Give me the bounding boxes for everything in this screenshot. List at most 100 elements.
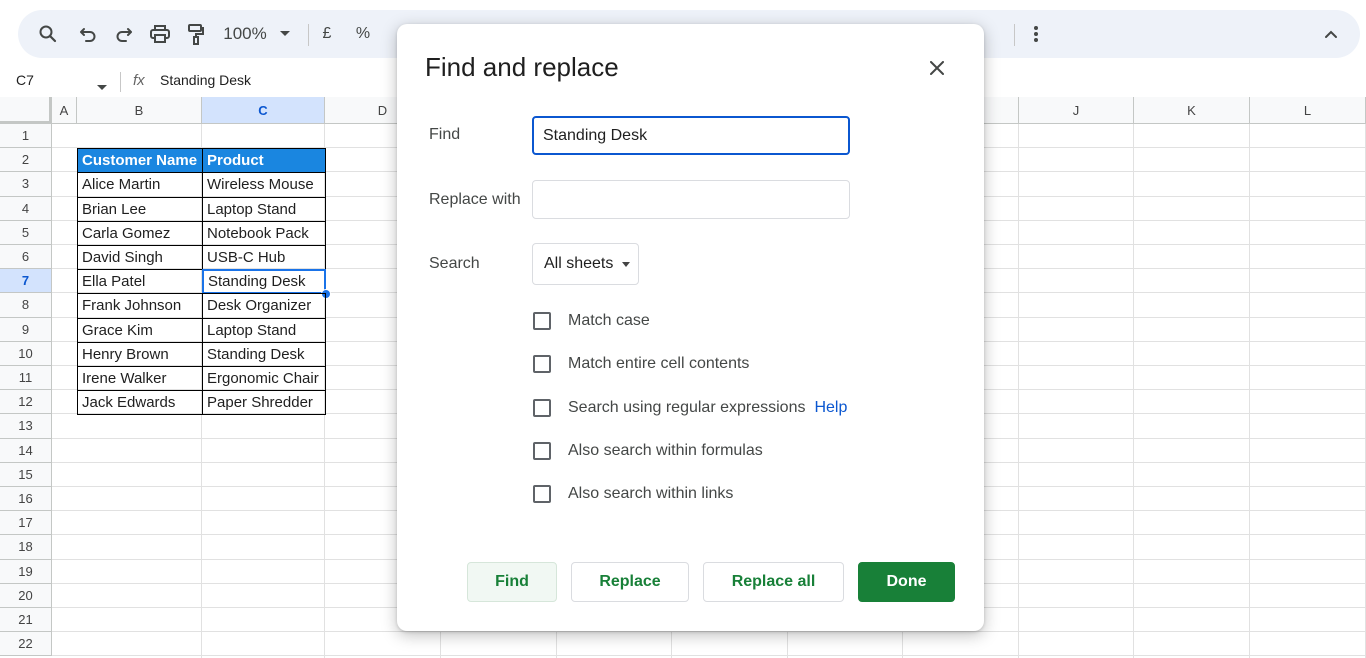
toolbar-divider xyxy=(308,24,309,46)
row-header-19[interactable]: 19 xyxy=(0,559,52,584)
links-checkbox[interactable] xyxy=(533,485,551,503)
find-replace-dialog: Find and replace Find Replace with Searc… xyxy=(397,24,984,631)
option-match-entire-cell[interactable]: Match entire cell contents xyxy=(533,352,749,376)
row-header-16[interactable]: 16 xyxy=(0,487,52,512)
table-cell-customer[interactable]: Carla Gomez xyxy=(77,220,203,246)
table-cell-customer[interactable]: Brian Lee xyxy=(77,196,203,222)
row-header-6[interactable]: 6 xyxy=(0,245,52,270)
replace-button[interactable]: Replace xyxy=(571,562,689,602)
match-entire-cell-checkbox[interactable] xyxy=(533,355,551,373)
table-cell-customer[interactable]: Alice Martin xyxy=(77,172,203,198)
currency-format-button[interactable]: £ xyxy=(316,10,338,58)
replace-all-button[interactable]: Replace all xyxy=(703,562,844,602)
regex-label: Search using regular expressions xyxy=(568,399,806,416)
gridline xyxy=(1249,124,1250,658)
row-header-14[interactable]: 14 xyxy=(0,438,52,463)
table-cell-product[interactable]: Laptop Stand xyxy=(202,317,326,343)
dialog-title: Find and replace xyxy=(425,52,619,82)
replace-input[interactable] xyxy=(532,180,850,219)
find-label: Find xyxy=(429,126,461,143)
column-header-l[interactable]: L xyxy=(1250,97,1366,124)
row-header-4[interactable]: 4 xyxy=(0,196,52,221)
match-case-label: Match case xyxy=(568,312,650,329)
option-regex[interactable]: Search using regular expressions Help xyxy=(533,396,847,420)
row-header-12[interactable]: 12 xyxy=(0,390,52,415)
formula-input[interactable]: Standing Desk xyxy=(160,72,251,88)
select-all-corner[interactable] xyxy=(0,97,52,124)
close-icon[interactable] xyxy=(925,56,949,80)
option-match-case[interactable]: Match case xyxy=(533,309,650,333)
redo-icon[interactable] xyxy=(110,10,138,58)
table-cell-customer[interactable]: David Singh xyxy=(77,245,203,271)
name-box[interactable]: C7 xyxy=(16,72,34,88)
collapse-menu-icon[interactable] xyxy=(1318,10,1344,58)
row-header-5[interactable]: 5 xyxy=(0,220,52,245)
row-header-7[interactable]: 7 xyxy=(0,269,52,294)
row-header-8[interactable]: 8 xyxy=(0,293,52,318)
table-cell-product[interactable]: Ergonomic Chair xyxy=(202,366,326,392)
paint-format-icon[interactable] xyxy=(182,10,210,58)
row-header-17[interactable]: 17 xyxy=(0,511,52,536)
row-header-18[interactable]: 18 xyxy=(0,535,52,560)
table-cell-customer[interactable]: Jack Edwards xyxy=(77,390,203,416)
table-header-product[interactable]: Product xyxy=(202,148,326,174)
column-header-j[interactable]: J xyxy=(1019,97,1134,124)
done-button[interactable]: Done xyxy=(858,562,955,602)
table-cell-product[interactable]: Wireless Mouse xyxy=(202,172,326,198)
table-cell-customer[interactable]: Ella Patel xyxy=(77,269,203,295)
replace-label: Replace with xyxy=(429,191,521,208)
undo-icon[interactable] xyxy=(74,10,102,58)
row-header-10[interactable]: 10 xyxy=(0,341,52,366)
formula-divider xyxy=(120,72,121,92)
row-header-15[interactable]: 15 xyxy=(0,462,52,487)
row-header-21[interactable]: 21 xyxy=(0,608,52,633)
table-cell-product[interactable]: Desk Organizer xyxy=(202,293,326,319)
row-header-20[interactable]: 20 xyxy=(0,583,52,608)
row-header-1[interactable]: 1 xyxy=(0,124,52,149)
find-input[interactable] xyxy=(532,116,850,155)
print-icon[interactable] xyxy=(146,10,174,58)
column-header-b[interactable]: B xyxy=(77,97,202,124)
column-header-k[interactable]: K xyxy=(1134,97,1250,124)
search-scope-select[interactable]: All sheets xyxy=(532,243,639,285)
table-cell-product[interactable]: Standing Desk xyxy=(202,341,326,367)
fx-icon: fx xyxy=(133,72,145,89)
chevron-down-icon xyxy=(622,261,631,267)
regex-checkbox[interactable] xyxy=(533,399,551,417)
table-cell-customer[interactable]: Grace Kim xyxy=(77,317,203,343)
row-header-2[interactable]: 2 xyxy=(0,148,52,173)
find-button[interactable]: Find xyxy=(467,562,557,602)
row-header-13[interactable]: 13 xyxy=(0,414,52,439)
formulas-checkbox[interactable] xyxy=(533,442,551,460)
column-header-c[interactable]: C xyxy=(202,97,325,124)
table-cell-customer[interactable]: Irene Walker xyxy=(77,366,203,392)
table-cell-product[interactable]: USB-C Hub xyxy=(202,245,326,271)
percent-format-button[interactable]: % xyxy=(352,10,374,58)
gridline xyxy=(52,631,1366,633)
row-header-11[interactable]: 11 xyxy=(0,366,52,391)
active-cell[interactable]: Standing Desk xyxy=(202,269,326,295)
table-cell-product[interactable]: Laptop Stand xyxy=(202,196,326,222)
help-link[interactable]: Help xyxy=(814,399,847,417)
row-header-22[interactable]: 22 xyxy=(0,632,52,657)
gridline xyxy=(1018,124,1019,658)
match-case-checkbox[interactable] xyxy=(533,312,551,330)
table-cell-customer[interactable]: Frank Johnson xyxy=(77,293,203,319)
row-header-3[interactable]: 3 xyxy=(0,172,52,197)
zoom-value[interactable]: 100% xyxy=(220,10,270,58)
table-header-customer-name[interactable]: Customer Name xyxy=(77,148,203,174)
match-entire-cell-label: Match entire cell contents xyxy=(568,355,750,372)
option-formulas[interactable]: Also search within formulas xyxy=(533,439,763,463)
zoom-dropdown-icon[interactable] xyxy=(276,10,294,58)
option-links[interactable]: Also search within links xyxy=(533,482,733,506)
table-cell-product[interactable]: Paper Shredder xyxy=(202,390,326,416)
search-scope-value: All sheets xyxy=(544,255,614,272)
table-cell-product[interactable]: Notebook Pack xyxy=(202,220,326,246)
table-cell-customer[interactable]: Henry Brown xyxy=(77,341,203,367)
name-box-dropdown-icon[interactable] xyxy=(97,78,107,96)
row-header-9[interactable]: 9 xyxy=(0,317,52,342)
search-menus-icon[interactable] xyxy=(34,10,62,58)
more-options-icon[interactable] xyxy=(1024,10,1048,58)
column-header-a[interactable]: A xyxy=(52,97,77,124)
formulas-label: Also search within formulas xyxy=(568,442,763,459)
